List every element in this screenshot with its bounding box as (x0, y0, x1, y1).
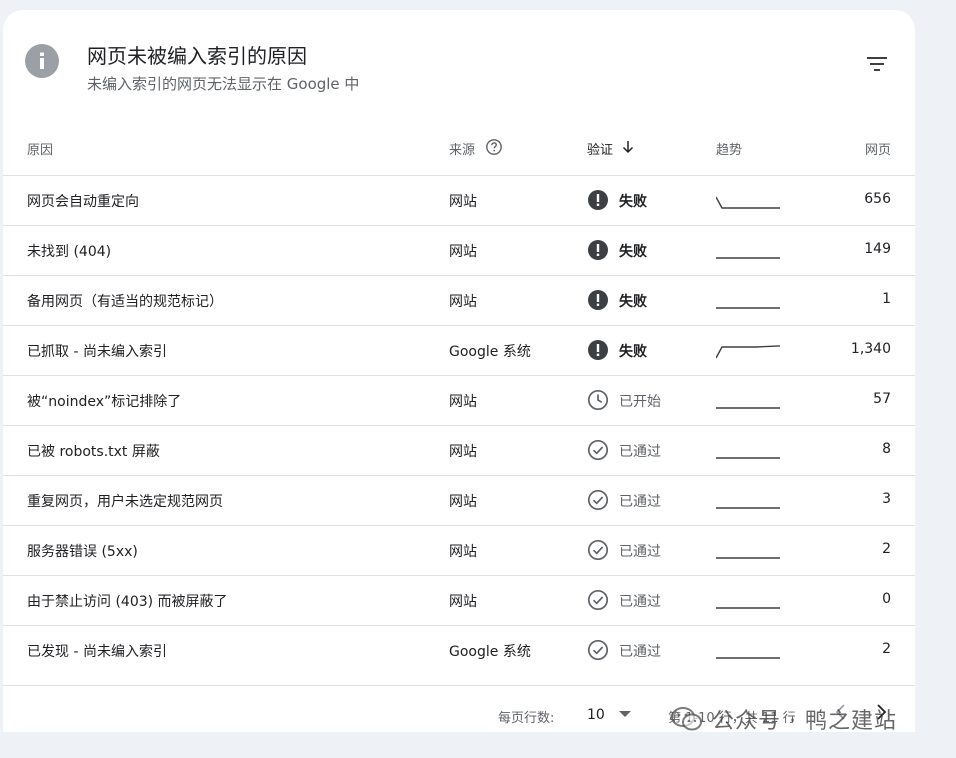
row-source: Google 系统 (449, 344, 531, 360)
row-reason: 备用网页（有适当的规范标记） (27, 294, 223, 310)
table-row[interactable]: 备用网页（有适当的规范标记） 网站 失败 1 (3, 275, 915, 325)
row-reason: 网页会自动重定向 (27, 194, 139, 210)
row-pages: 3 (882, 491, 891, 507)
filter-icon[interactable] (863, 52, 891, 76)
table-row[interactable]: 未找到 (404) 网站 失败 149 (3, 225, 915, 275)
row-source: 网站 (449, 494, 477, 510)
error-icon (588, 340, 608, 360)
row-status: 已通过 (619, 644, 661, 660)
row-source: 网站 (449, 394, 477, 410)
table-row[interactable]: 已发现 - 尚未编入索引 Google 系统 已通过 2 (3, 625, 915, 675)
arrow-down-icon[interactable] (621, 139, 635, 155)
row-status: 已通过 (619, 494, 661, 510)
row-reason: 已发现 - 尚未编入索引 (27, 644, 167, 660)
row-pages: 1 (882, 291, 891, 307)
watermark-text: 公众号 · 鸭之建站 (712, 709, 897, 734)
column-header-reason[interactable]: 原因 (27, 139, 53, 158)
clock-icon (587, 389, 609, 411)
row-status: 失败 (619, 294, 647, 310)
error-icon (588, 190, 608, 210)
row-pages: 8 (882, 441, 891, 457)
watermark: 公众号 · 鸭之建站 (670, 703, 897, 735)
row-pages: 656 (864, 191, 891, 207)
row-pages: 57 (873, 391, 891, 407)
wechat-icon (671, 707, 702, 731)
card-header: 网页未被编入索引的原因 未编入索引的网页无法显示在 Google 中 (3, 10, 915, 120)
row-reason: 由于禁止访问 (403) 而被屏蔽了 (27, 594, 228, 610)
trend-sparkline (716, 507, 780, 509)
row-reason: 已抓取 - 尚未编入索引 (27, 344, 167, 360)
table-row[interactable]: 重复网页，用户未选定规范网页 网站 已通过 3 (3, 475, 915, 525)
row-reason: 服务器错误 (5xx) (27, 544, 138, 560)
trend-sparkline (716, 407, 780, 409)
row-status: 失败 (619, 344, 647, 360)
trend-line (716, 345, 781, 359)
row-status: 失败 (619, 194, 647, 210)
check-circle-icon (587, 639, 609, 661)
column-header-pages[interactable]: 网页 (865, 139, 891, 158)
check-circle-icon (587, 489, 609, 511)
trend-sparkline (716, 257, 780, 259)
row-pages: 0 (882, 591, 891, 607)
row-source: 网站 (449, 244, 477, 260)
error-icon (588, 290, 608, 310)
rows-per-page-value: 10 (587, 707, 605, 723)
page-title: 网页未被编入索引的原因 (87, 44, 307, 68)
row-source: Google 系统 (449, 644, 531, 660)
row-source: 网站 (449, 444, 477, 460)
row-pages: 1,340 (850, 341, 891, 357)
row-source: 网站 (449, 194, 477, 210)
row-status: 已开始 (619, 394, 661, 410)
row-pages: 149 (864, 241, 891, 257)
report-card: 网页未被编入索引的原因 未编入索引的网页无法显示在 Google 中 原因 来源… (3, 10, 915, 732)
table-row[interactable]: 服务器错误 (5xx) 网站 已通过 2 (3, 525, 915, 575)
trend-sparkline (716, 657, 780, 659)
trend-sparkline (716, 607, 780, 609)
row-source: 网站 (449, 294, 477, 310)
row-status: 失败 (619, 244, 647, 260)
table-row[interactable]: 已抓取 - 尚未编入索引 Google 系统 失败 1,340 (3, 325, 915, 375)
check-circle-icon (587, 439, 609, 461)
row-reason: 已被 robots.txt 屏蔽 (27, 444, 160, 460)
check-circle-icon (587, 539, 609, 561)
table-row[interactable]: 由于禁止访问 (403) 而被屏蔽了 网站 已通过 0 (3, 575, 915, 625)
row-reason: 未找到 (404) (27, 244, 112, 260)
row-status: 已通过 (619, 594, 661, 610)
trend-sparkline (716, 557, 780, 559)
info-icon (25, 44, 59, 78)
row-reason: 重复网页，用户未选定规范网页 (27, 494, 223, 510)
row-source: 网站 (449, 594, 477, 610)
caret-down-icon (619, 711, 631, 717)
row-status: 已通过 (619, 444, 661, 460)
table-row[interactable]: 网页会自动重定向 网站 失败 656 (3, 175, 915, 225)
row-pages: 2 (882, 641, 891, 657)
table-row[interactable]: 被“noindex”标记排除了 网站 已开始 57 (3, 375, 915, 425)
trend-sparkline (716, 345, 781, 359)
column-header-source[interactable]: 来源 (449, 139, 475, 158)
row-reason: 被“noindex”标记排除了 (27, 394, 182, 410)
page-subtitle: 未编入索引的网页无法显示在 Google 中 (87, 75, 360, 93)
check-circle-icon (587, 589, 609, 611)
row-status: 已通过 (619, 544, 661, 560)
trend-sparkline (716, 457, 780, 459)
error-icon (588, 240, 608, 260)
table-body: 网页会自动重定向 网站 失败 656 未找到 (404) 网站 失败 149 备用网页（有适当的… (3, 175, 915, 675)
row-pages: 2 (882, 541, 891, 557)
help-icon[interactable] (485, 138, 503, 156)
row-source: 网站 (449, 544, 477, 560)
trend-sparkline (716, 196, 780, 209)
rows-per-page-label: 每页行数: (498, 711, 555, 726)
table-header: 原因 来源 验证 趋势 网页 (3, 120, 915, 175)
column-header-trend: 趋势 (716, 143, 743, 158)
trend-line (716, 196, 780, 209)
column-header-verify[interactable]: 验证 (587, 139, 613, 158)
trend-sparkline (716, 307, 780, 309)
table-row[interactable]: 已被 robots.txt 屏蔽 网站 已通过 8 (3, 425, 915, 475)
rows-per-page-select[interactable]: 10 (583, 698, 639, 728)
